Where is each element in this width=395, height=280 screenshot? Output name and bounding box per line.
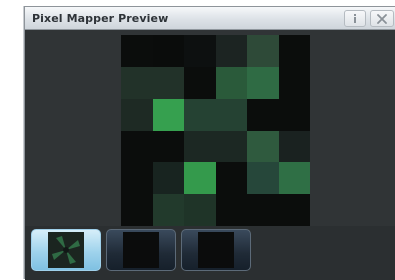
pixel-cell [152,35,184,67]
pixel-preview-grid [121,35,310,226]
pixel-cell [278,194,310,226]
info-icon [354,14,356,23]
pixel-cell [152,66,184,99]
info-button[interactable] [344,10,366,27]
pixel-cell [152,194,184,226]
pixel-cell [278,162,310,195]
pixel-cell [215,66,247,99]
pixel-cell [121,194,153,226]
thumbnail-strip [25,226,395,280]
pixel-cell [247,98,279,131]
pixel-cell [215,194,247,226]
pixel-cell [215,162,247,195]
thumbnail-blank [198,232,234,268]
title-bar[interactable]: Pixel Mapper Preview [25,7,395,30]
thumbnail-pattern-icon [48,232,84,268]
pixel-cell [184,162,216,195]
pixel-cell [184,98,216,131]
pixel-cell [184,194,216,226]
pixel-cell [247,162,279,195]
pixel-cell [121,98,153,131]
preview-thumbnail-3[interactable] [181,229,251,271]
pixel-cell [215,35,247,67]
pixel-cell [215,130,247,163]
window-title: Pixel Mapper Preview [32,12,169,25]
pixel-cell [152,130,184,163]
pixel-cell [247,66,279,99]
pixel-cell [152,162,184,195]
preview-thumbnail-1[interactable] [31,229,101,271]
pixel-cell [278,35,310,67]
preview-thumbnail-2[interactable] [106,229,176,271]
pixel-cell [247,35,279,67]
pixel-cell [247,194,279,226]
pixel-cell [121,66,153,99]
pixel-cell [215,98,247,131]
pixel-cell [278,66,310,99]
pixel-cell [152,98,184,131]
close-button[interactable] [370,10,394,27]
pixel-cell [184,130,216,163]
pixel-cell [184,35,216,67]
pixel-cell [184,66,216,99]
pixel-cell [278,98,310,131]
pixel-cell [278,130,310,163]
pixel-cell [121,35,153,67]
pixel-cell [247,130,279,163]
pixel-cell [121,130,153,163]
thumbnail-blank [123,232,159,268]
pixel-cell [121,162,153,195]
pixel-mapper-preview-window: Pixel Mapper Preview [24,6,395,280]
close-icon [377,13,387,24]
